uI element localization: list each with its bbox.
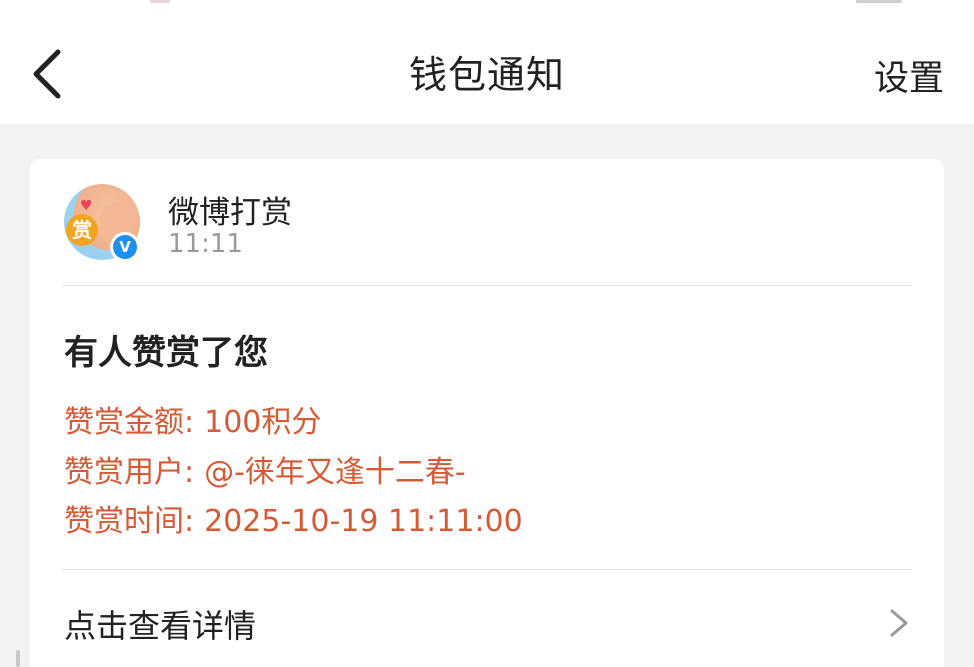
view-details-button[interactable]: 点击查看详情	[30, 569, 944, 667]
verified-badge: V	[110, 232, 140, 262]
message-time: 11:11	[168, 229, 243, 259]
status-indicator	[150, 0, 170, 3]
notice-title: 有人赞赏了您	[64, 333, 268, 373]
detail-label: 赞赏时间:	[64, 504, 195, 539]
status-bar	[0, 0, 974, 8]
top-nav-bar: 钱包通知 设置	[0, 0, 974, 124]
reward-coin-icon: 赏	[66, 214, 98, 246]
divider	[62, 285, 912, 286]
chevron-right-icon	[890, 609, 908, 637]
detail-user: 赞赏用户: @-徕年又逢十二春-	[64, 447, 466, 491]
scrollbar[interactable]	[16, 650, 20, 667]
detail-time: 赞赏时间: 2025-10-19 11:11:00	[64, 496, 523, 540]
battery-icon	[856, 0, 902, 3]
detail-value: 2025-10-19 11:11:00	[204, 504, 523, 539]
settings-button[interactable]: 设置	[874, 50, 944, 101]
detail-value: 100积分	[204, 405, 322, 440]
verified-icon: V	[113, 235, 137, 259]
view-details-label: 点击查看详情	[64, 607, 257, 645]
page-title: 钱包通知	[408, 53, 565, 97]
sender-name[interactable]: 微博打赏	[168, 187, 292, 232]
detail-amount: 赞赏金额: 100积分	[64, 397, 321, 441]
detail-label: 赞赏金额:	[64, 405, 195, 440]
notification-card: ♥ 赏 V 微博打赏 11:11 有人赞赏了您 赞赏金额: 100积分 赞赏用户:…	[30, 159, 944, 667]
heart-icon: ♥	[80, 198, 93, 214]
wallet-notification-page: 钱包通知 设置 ♥ 赏 V 微博打赏 11:11 有人赞赏了您 赞赏金额: 100…	[0, 0, 974, 667]
detail-value: @-徕年又逢十二春-	[204, 455, 466, 490]
detail-label: 赞赏用户:	[64, 455, 195, 490]
